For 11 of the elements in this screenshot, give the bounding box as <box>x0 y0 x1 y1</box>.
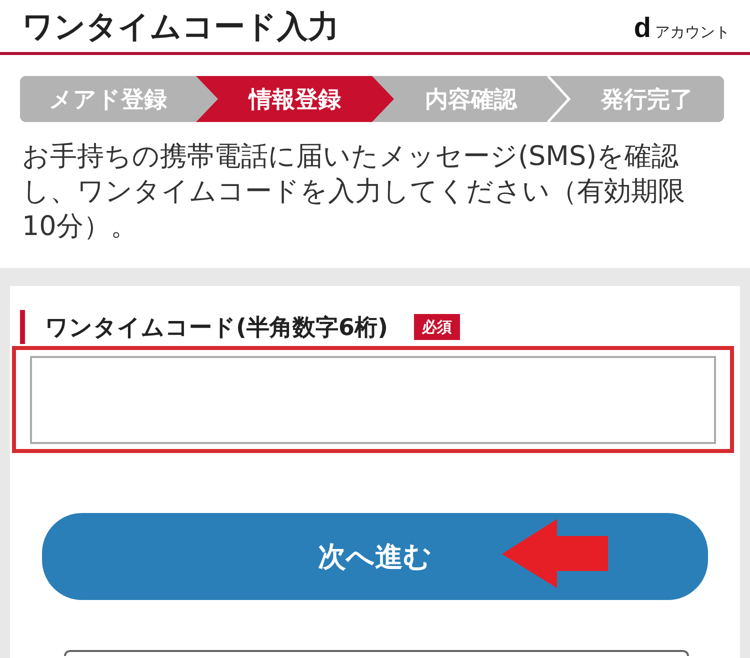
brand-name: アカウント <box>655 23 730 41</box>
label-accent-bar <box>20 310 25 344</box>
code-input-field[interactable] <box>30 356 716 444</box>
brand-logo: d <box>634 14 651 42</box>
instruction-text: お手持ちの携帯電話に届いたメッセージ(SMS)を確認し、ワンタイムコードを入力してください（有効期限10分）。 <box>21 140 686 244</box>
required-badge: 必須 <box>414 314 460 340</box>
field-label: ワンタイムコード(半角数字6桁) <box>45 314 388 342</box>
page-title: ワンタイムコード入力 <box>22 10 339 44</box>
step-divider <box>547 76 571 122</box>
progress-step: 情報登録 <box>196 76 394 122</box>
next-button[interactable]: 次へ進む <box>42 513 708 600</box>
